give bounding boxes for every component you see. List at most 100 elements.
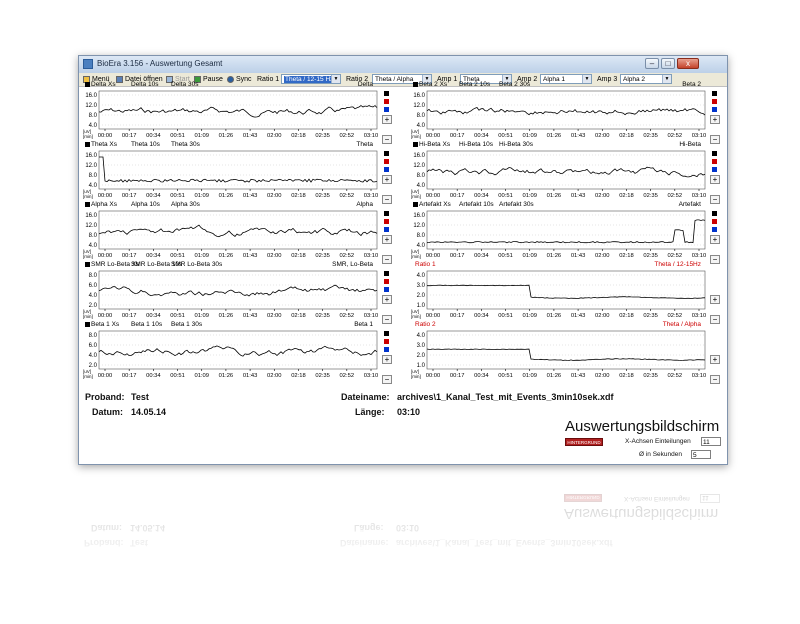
panel-plot: 16.012.08.04.0[uV][min] 00:00 00:17 00:34 00… — [83, 90, 379, 139]
zoom-out-button[interactable]: − — [382, 135, 392, 144]
y-tick-label: 12.0 — [85, 103, 97, 109]
ratio1-select[interactable]: Theta / 12-15 Hz ▼ — [281, 74, 341, 84]
zoom-out-button[interactable]: − — [382, 195, 392, 204]
legend-marker — [85, 202, 90, 207]
legend-entry: Beta 2 Xs — [419, 81, 448, 88]
x-tick-label: 03:10 — [692, 193, 707, 199]
zoom-out-button[interactable]: − — [382, 255, 392, 264]
panel-label: Alpha — [356, 201, 373, 208]
minimize-button[interactable]: – — [645, 58, 659, 69]
zoom-out-button[interactable]: − — [710, 375, 720, 384]
x-tick-label: 01:26 — [219, 193, 234, 199]
left-panel-4: Beta 1 Xs Beta 1 10s Beta 1 30s Beta 1 + − 8.0… — [81, 321, 392, 384]
zoom-in-button[interactable]: + — [382, 235, 392, 244]
legend-entry: Beta 1 10s — [131, 321, 163, 328]
x-tick-label: 01:43 — [571, 253, 586, 259]
zoom-in-button[interactable]: + — [382, 115, 392, 124]
zoom-in-button[interactable]: + — [710, 355, 720, 364]
x-tick-label: 03:10 — [364, 373, 379, 379]
window-title: BioEra 3.156 - Auswertung Gesamt — [97, 59, 223, 68]
x-tick-label: 00:00 — [98, 373, 113, 379]
y-tick-label: 12.0 — [413, 103, 425, 109]
x-tick-label: 02:35 — [315, 133, 330, 139]
zoom-in-button[interactable]: + — [710, 295, 720, 304]
zoom-in-button[interactable]: + — [382, 175, 392, 184]
zoom-out-button[interactable]: − — [710, 195, 720, 204]
proband-label: Proband: — [85, 392, 125, 402]
zoom-out-button[interactable]: − — [710, 255, 720, 264]
x-tick-label: 02:35 — [315, 373, 330, 379]
x-tick-label: 01:43 — [571, 313, 586, 319]
ratio1-label: Ratio 1 — [257, 76, 280, 83]
plot-area — [426, 330, 706, 370]
amp3-select[interactable]: Alpha 2 ▼ — [620, 74, 672, 84]
panel-label: Artefakt — [678, 201, 701, 208]
x-unit-label: [min] — [83, 134, 93, 139]
x-tick-label: 02:00 — [595, 193, 610, 199]
x-tick-label: 03:10 — [364, 313, 379, 319]
series-color-marker — [384, 339, 389, 344]
zoom-in-button[interactable]: + — [710, 115, 720, 124]
avg-seconds-label: Ø in Sekunden — [639, 451, 683, 458]
legend-entry: Delta 30s — [171, 81, 199, 88]
panel-plot: 16.012.08.04.0[uV][min] 00:00 00:17 00:34 00… — [411, 90, 706, 139]
x-tick-label: 00:17 — [122, 133, 137, 139]
zoom-in-button[interactable]: + — [710, 235, 720, 244]
zoom-out-button[interactable]: − — [382, 315, 392, 324]
y-tick-label: 16.0 — [85, 93, 97, 99]
hintergrund-button[interactable]: HINTERGRUND — [565, 438, 603, 446]
zoom-out-button[interactable]: − — [710, 315, 720, 324]
legend-entry: Theta 10s — [131, 141, 160, 148]
series-color-marker — [712, 107, 717, 112]
x-tick-label: 02:18 — [619, 313, 634, 319]
x-tick-label: 01:26 — [219, 133, 234, 139]
x-tick-label: 02:18 — [291, 133, 306, 139]
window-reflection: Proband: Test Datum: 14.05.14 Dateiname:… — [78, 468, 728, 588]
legend-marker — [413, 142, 418, 147]
zoom-in-button[interactable]: + — [382, 295, 392, 304]
zoom-in-button[interactable]: + — [710, 175, 720, 184]
panel-plot: 16.012.08.04.0[uV][min] 00:00 00:17 00:34 00… — [83, 150, 378, 199]
series-color-marker — [384, 271, 389, 276]
sync-button[interactable]: Sync — [227, 74, 252, 85]
y-tick-label: 4.0 — [89, 353, 98, 359]
xaxis-divisions-input[interactable]: 11 — [701, 437, 721, 446]
x-tick-label: 02:00 — [595, 373, 610, 379]
zoom-out-button[interactable]: − — [710, 135, 720, 144]
series-color-marker — [712, 227, 717, 232]
y-tick-label: 4.0 — [89, 293, 98, 299]
panel-label: Delta — [357, 81, 373, 88]
x-tick-label: 02:18 — [291, 313, 306, 319]
amp2-select[interactable]: Alpha 1 ▼ — [540, 74, 592, 84]
x-tick-label: 02:00 — [267, 373, 282, 379]
x-tick-label: 00:00 — [426, 313, 441, 319]
x-tick-label: 00:34 — [146, 133, 161, 139]
x-tick-label: 01:43 — [571, 133, 586, 139]
avg-seconds-input[interactable]: 5 — [691, 450, 711, 459]
x-tick-label: 01:09 — [522, 373, 537, 379]
close-button[interactable]: x — [677, 58, 699, 69]
maximize-button[interactable]: □ — [661, 58, 675, 69]
x-tick-label: 00:51 — [170, 313, 185, 319]
chevron-down-icon: ▼ — [582, 75, 591, 83]
x-tick-label: 03:10 — [364, 133, 379, 139]
y-tick-label: 16.0 — [85, 213, 97, 219]
y-tick-label: 8.0 — [417, 173, 426, 179]
legend-marker — [413, 82, 418, 87]
ratio-legend: Ratio 2 — [415, 321, 436, 328]
zoom-out-button[interactable]: − — [382, 375, 392, 384]
datum-value: 14.05.14 — [131, 407, 167, 417]
series-color-marker — [384, 211, 389, 216]
x-tick-label: 00:17 — [122, 313, 137, 319]
x-tick-label: 03:10 — [692, 373, 707, 379]
legend-marker — [85, 142, 90, 147]
x-tick-label: 02:18 — [619, 133, 634, 139]
proband-value: Test — [131, 392, 149, 402]
series-color-marker — [712, 99, 717, 104]
panel-plot: 16.012.08.04.0[uV][min] 00:00 00:17 00:34 00… — [411, 210, 707, 259]
y-tick-label: 8.0 — [89, 273, 98, 279]
zoom-in-button[interactable]: + — [382, 355, 392, 364]
x-tick-label: 00:00 — [426, 133, 441, 139]
series-color-marker — [384, 99, 389, 104]
x-tick-label: 03:10 — [692, 253, 707, 259]
